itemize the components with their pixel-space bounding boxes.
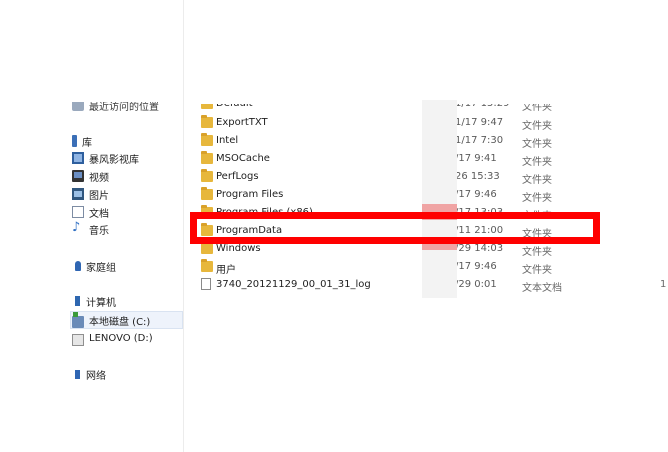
file-type: 文件夹 [522, 193, 552, 204]
folder-icon [201, 104, 213, 109]
text-file-icon [201, 278, 211, 290]
file-date: 1/17 15:29 [455, 98, 510, 109]
nav-homegroup-label: 家庭组 [86, 262, 116, 274]
folder-icon [201, 259, 213, 272]
file-size: 1 [660, 279, 667, 290]
videos-icon [72, 170, 84, 182]
nav-recent-label: 最近访问的位置 [89, 101, 159, 113]
nav-local-disk-c[interactable]: 本地磁盘 (C:) [70, 311, 183, 329]
file-type: 文本文档 [522, 283, 562, 294]
local-disk-icon [72, 311, 84, 328]
file-name: 3740_20121129_00_01_31_log [216, 279, 371, 290]
file-date: /17 9:46 [455, 189, 497, 200]
file-type: 文件夹 [522, 175, 552, 186]
highlight-box [190, 212, 600, 244]
music-icon [72, 220, 84, 235]
file-date: 26 15:33 [455, 171, 500, 182]
network-icon [72, 368, 81, 380]
nav-pictures-label: 图片 [89, 190, 109, 202]
file-name: ExportTXT [216, 117, 268, 128]
folder-icon [201, 133, 213, 146]
recent-places-icon [72, 102, 84, 111]
file-name: PerfLogs [216, 171, 259, 182]
nav-documents-label: 文档 [89, 208, 109, 220]
nav-documents[interactable]: 文档 [72, 204, 109, 220]
nav-lenovo-label: LENOVO (D:) [89, 332, 153, 344]
nav-videos-label: 视频 [89, 172, 109, 184]
navigation-pane: 最近访问的位置 库 暴风影视库 视频 图片 文档 音乐 家庭组 计算机 本地磁盘… [0, 0, 184, 452]
pictures-icon [72, 188, 84, 200]
nav-computer-label: 计算机 [86, 297, 116, 309]
folder-icon [201, 115, 213, 128]
file-type: 文件夹 [522, 247, 552, 258]
file-date: 1/17 9:47 [455, 117, 504, 128]
file-date: /17 9:41 [455, 153, 497, 164]
nav-local-disk-label: 本地磁盘 (C:) [89, 316, 151, 328]
documents-icon [72, 206, 84, 218]
nav-computer[interactable]: 计算机 [72, 293, 116, 309]
computer-icon [72, 295, 81, 307]
nav-lenovo-d[interactable]: LENOVO (D:) [72, 330, 153, 346]
nav-network[interactable]: 网络 [72, 366, 106, 382]
file-date: 1/17 7:30 [455, 135, 504, 146]
folder-icon [201, 187, 213, 200]
video-library-icon [72, 152, 84, 164]
file-name: MSOCache [216, 153, 270, 164]
nav-network-label: 网络 [86, 370, 106, 382]
file-type: 文件夹 [522, 265, 552, 276]
nav-library-label: 库 [82, 137, 92, 149]
nav-pictures[interactable]: 图片 [72, 186, 109, 202]
nav-music[interactable]: 音乐 [72, 220, 109, 237]
file-date: /29 14:03 [455, 243, 504, 254]
file-date: /29 0:01 [455, 279, 497, 290]
homegroup-icon [72, 260, 81, 272]
nav-homegroup[interactable]: 家庭组 [72, 258, 116, 274]
drive-icon [72, 334, 84, 346]
nav-libraries[interactable]: 库 [72, 133, 92, 149]
library-icon [72, 135, 77, 147]
nav-storm-video-label: 暴风影视库 [89, 154, 139, 166]
file-type: 文件夹 [522, 102, 552, 113]
nav-storm-video[interactable]: 暴风影视库 [72, 150, 139, 166]
file-date: /17 9:46 [455, 261, 497, 272]
file-type: 文件夹 [522, 139, 552, 150]
nav-music-label: 音乐 [89, 225, 109, 237]
file-name: Default [216, 98, 253, 109]
redaction-mask [422, 100, 457, 298]
file-name: Windows [216, 243, 261, 254]
file-name: Intel [216, 135, 239, 146]
file-name: Program Files [216, 189, 284, 200]
folder-icon [201, 241, 213, 254]
folder-icon [201, 151, 213, 164]
file-type: 文件夹 [522, 121, 552, 132]
nav-recent-places[interactable]: 最近访问的位置 [72, 101, 159, 113]
nav-videos[interactable]: 视频 [72, 168, 109, 184]
folder-icon [201, 169, 213, 182]
file-name: 用户 [216, 265, 236, 276]
file-type: 文件夹 [522, 157, 552, 168]
